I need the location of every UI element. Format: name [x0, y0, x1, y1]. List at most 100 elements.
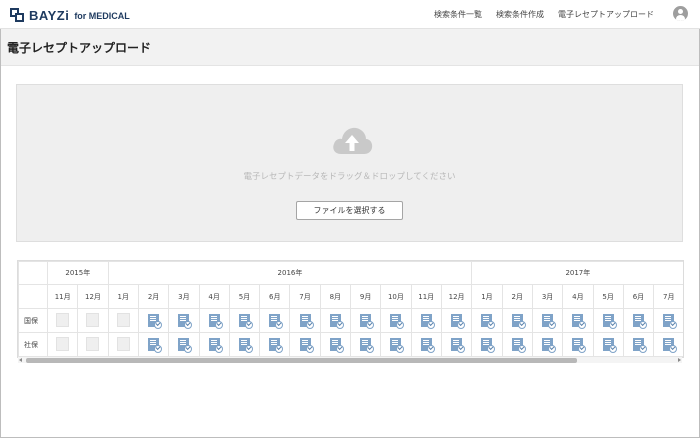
year-header: 2017年	[471, 261, 683, 285]
month-header: 7月	[653, 284, 683, 309]
uploaded-document-icon[interactable]	[178, 338, 193, 353]
cloud-upload-icon	[333, 127, 373, 154]
uploaded-document-icon[interactable]	[602, 338, 617, 353]
month-header: 7月	[289, 284, 321, 309]
check-icon	[275, 345, 284, 353]
status-cell	[168, 332, 200, 357]
uploaded-document-icon[interactable]	[208, 314, 223, 329]
uploaded-document-icon[interactable]	[390, 338, 405, 353]
check-icon	[335, 345, 344, 353]
row-label: 国保	[18, 308, 48, 333]
uploaded-document-icon[interactable]	[269, 338, 284, 353]
uploaded-document-icon[interactable]	[572, 314, 587, 329]
uploaded-document-icon[interactable]	[360, 314, 375, 329]
check-icon	[366, 345, 375, 353]
status-cell	[622, 332, 655, 357]
uploaded-document-icon[interactable]	[481, 314, 496, 329]
status-cell	[198, 332, 230, 357]
uploaded-document-icon[interactable]	[269, 314, 284, 329]
uploaded-document-icon[interactable]	[329, 338, 344, 353]
empty-slot-icon	[56, 336, 70, 351]
uploaded-document-icon[interactable]	[663, 338, 678, 353]
month-header: 4月	[562, 284, 594, 309]
logo[interactable]: BAYZi for MEDICAL	[10, 7, 130, 23]
user-avatar-icon[interactable]	[673, 6, 688, 21]
scroll-right-arrow-icon[interactable]	[678, 358, 681, 362]
status-cell	[380, 332, 412, 357]
month-header: 11月	[410, 284, 442, 309]
check-icon	[457, 345, 466, 353]
check-icon	[366, 321, 375, 329]
status-cell	[531, 332, 564, 357]
status-cell	[107, 332, 139, 357]
uploaded-document-icon[interactable]	[420, 314, 435, 329]
status-cell	[289, 308, 321, 333]
status-cell	[653, 332, 683, 357]
uploaded-document-icon[interactable]	[148, 338, 163, 353]
table-row: 社保	[18, 332, 683, 357]
uploaded-document-icon[interactable]	[542, 314, 557, 329]
uploaded-document-icon[interactable]	[299, 314, 314, 329]
uploaded-document-icon[interactable]	[299, 338, 314, 353]
uploaded-document-icon[interactable]	[420, 338, 435, 353]
check-icon	[608, 345, 617, 353]
status-cell	[46, 332, 79, 357]
uploaded-document-icon[interactable]	[572, 338, 587, 353]
check-icon	[517, 345, 526, 353]
select-file-button[interactable]: ファイルを選択する	[296, 201, 403, 220]
nav-create-condition[interactable]: 検索条件作成	[496, 9, 544, 20]
empty-slot-icon	[116, 312, 130, 327]
scroll-left-arrow-icon[interactable]	[19, 358, 22, 362]
uploaded-document-icon[interactable]	[148, 314, 163, 329]
status-cell	[349, 332, 382, 357]
uploaded-document-icon[interactable]	[208, 338, 223, 353]
status-cell	[319, 308, 351, 333]
status-cell	[592, 332, 624, 357]
uploaded-document-icon[interactable]	[481, 338, 496, 353]
status-cell	[562, 308, 594, 333]
month-header: 10月	[380, 284, 412, 309]
check-icon	[154, 345, 163, 353]
check-icon	[214, 345, 223, 353]
status-cell	[259, 308, 291, 333]
uploaded-document-icon[interactable]	[238, 314, 253, 329]
check-icon	[578, 345, 587, 353]
year-header: 2016年	[107, 261, 473, 285]
uploaded-document-icon[interactable]	[390, 314, 405, 329]
uploaded-document-icon[interactable]	[663, 314, 678, 329]
uploaded-document-icon[interactable]	[632, 338, 647, 353]
status-cell	[46, 308, 79, 333]
uploaded-document-icon[interactable]	[329, 314, 344, 329]
check-icon	[669, 321, 678, 329]
uploaded-document-icon[interactable]	[632, 314, 647, 329]
table-row: 国保	[18, 308, 683, 333]
top-nav: 検索条件一覧 検索条件作成 電子レセプトアップロード	[434, 9, 654, 20]
uploaded-document-icon[interactable]	[511, 314, 526, 329]
horizontal-scrollbar[interactable]	[18, 357, 682, 363]
check-icon	[244, 321, 253, 329]
uploaded-document-icon[interactable]	[178, 314, 193, 329]
check-icon	[305, 321, 314, 329]
uploaded-document-icon[interactable]	[238, 338, 253, 353]
corner-cell	[18, 261, 48, 285]
check-icon	[638, 321, 647, 329]
month-header: 3月	[531, 284, 564, 309]
check-icon	[275, 321, 284, 329]
status-cell	[440, 332, 473, 357]
status-cell	[259, 332, 291, 357]
uploaded-document-icon[interactable]	[360, 338, 375, 353]
month-header: 6月	[259, 284, 291, 309]
nav-search-conditions[interactable]: 検索条件一覧	[434, 9, 482, 20]
uploaded-document-icon[interactable]	[511, 338, 526, 353]
page-title: 電子レセプトアップロード	[7, 41, 152, 55]
uploaded-document-icon[interactable]	[451, 314, 466, 329]
check-icon	[335, 321, 344, 329]
scrollbar-thumb[interactable]	[26, 358, 577, 363]
month-header: 12月	[440, 284, 473, 309]
empty-slot-icon	[86, 336, 100, 351]
uploaded-document-icon[interactable]	[451, 338, 466, 353]
check-icon	[184, 345, 193, 353]
uploaded-document-icon[interactable]	[602, 314, 617, 329]
uploaded-document-icon[interactable]	[542, 338, 557, 353]
nav-receipt-upload[interactable]: 電子レセプトアップロード	[558, 9, 654, 20]
